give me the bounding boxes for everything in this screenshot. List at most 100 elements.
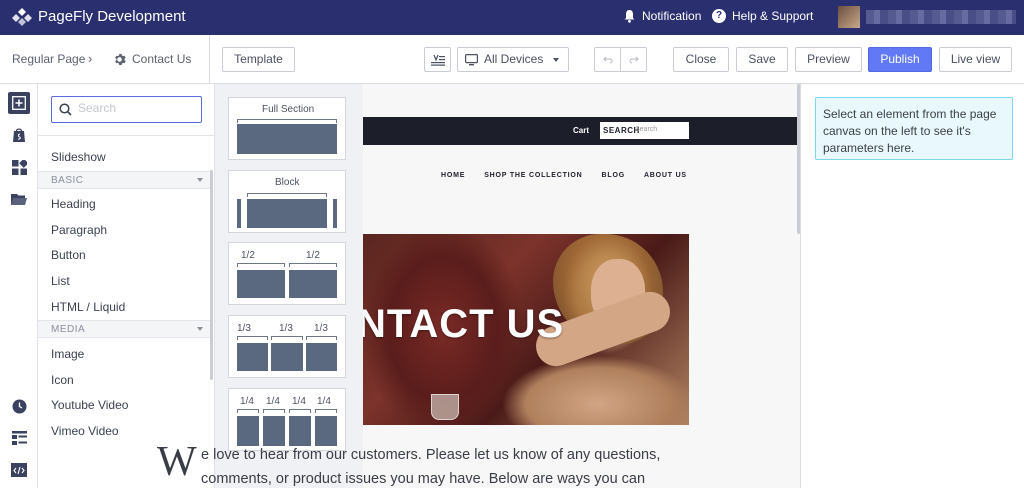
caret-down-icon (197, 327, 203, 331)
layout-block-card[interactable]: Block (228, 170, 346, 233)
grid-blocks-icon (11, 159, 27, 175)
elements-scrollbar[interactable] (210, 170, 213, 380)
elements-panel: Slideshow BASIC Heading Paragraph Button… (38, 84, 215, 488)
files-tab[interactable] (8, 188, 30, 210)
text-style-button[interactable] (424, 47, 451, 72)
add-element-tab[interactable] (8, 92, 30, 114)
breadcrumb-page-label: Contact Us (132, 52, 192, 66)
device-select[interactable]: All Devices (457, 47, 569, 72)
left-icon-rail (0, 84, 38, 488)
store-search[interactable]: SEARCH Search (600, 122, 689, 139)
store-nav-blog[interactable]: BLOG (602, 172, 625, 179)
category-media[interactable]: MEDIA (38, 320, 211, 338)
undo-button[interactable] (594, 47, 621, 72)
category-basic[interactable]: BASIC (38, 171, 211, 189)
text-lines-icon (430, 54, 445, 66)
element-paragraph[interactable]: Paragraph (51, 223, 107, 237)
layout-third[interactable]: 1/3 1/3 1/3 (228, 315, 346, 378)
layout-label: 1/3 (279, 323, 293, 334)
layout-block (271, 343, 303, 371)
layout-block (289, 270, 337, 298)
outline-tab[interactable] (8, 427, 30, 449)
shopify-bag-icon (13, 128, 25, 142)
help-support-button[interactable]: ? Help & Support (712, 9, 813, 23)
gear-icon (115, 53, 126, 65)
layout-bracket (237, 119, 337, 123)
layout-full-section[interactable]: Full Section (228, 97, 346, 160)
breadcrumb-root[interactable]: Regular Page (12, 52, 85, 66)
element-heading[interactable]: Heading (51, 197, 96, 211)
layout-quarter[interactable]: 1/4 1/4 1/4 1/4 (228, 388, 346, 451)
element-html-liquid[interactable]: HTML / Liquid (51, 300, 125, 314)
element-button[interactable]: Button (51, 248, 86, 262)
layout-label: 1/2 (306, 250, 320, 261)
preview-button[interactable]: Preview (795, 47, 862, 72)
save-button[interactable]: Save (736, 47, 788, 72)
clock-icon (12, 399, 26, 413)
element-slideshow[interactable]: Slideshow (51, 150, 106, 164)
sections-tab[interactable] (8, 156, 30, 178)
layout-block (247, 199, 327, 228)
redo-button[interactable] (620, 47, 647, 72)
layout-block (237, 416, 259, 446)
layout-block (237, 124, 337, 154)
layout-bracket (289, 409, 311, 413)
layouts-panel: Full Section Block 1/2 1/2 1/3 1/3 1/3 1… (215, 84, 363, 488)
history-tab[interactable] (8, 395, 30, 417)
category-basic-label: BASIC (51, 175, 84, 186)
layout-label: 1/4 (240, 396, 254, 407)
live-view-button[interactable]: Live view (939, 47, 1012, 72)
avatar[interactable] (838, 6, 860, 28)
layout-block (237, 270, 285, 298)
search-icon (59, 103, 72, 116)
toolbar-divider (209, 35, 210, 83)
breadcrumb-page[interactable]: Contact Us (113, 52, 191, 66)
hero-image[interactable]: NTACT US (363, 234, 689, 425)
folder-icon (11, 193, 27, 205)
layout-bracket (289, 263, 337, 267)
undo-icon (603, 56, 613, 63)
element-list[interactable]: List (51, 274, 70, 288)
breadcrumb-separator: › (88, 51, 93, 66)
store-cart-link[interactable]: Cart (573, 126, 589, 135)
layout-label: Full Section (262, 104, 315, 115)
layout-label: 1/2 (241, 250, 255, 261)
store-nav-about[interactable]: ABOUT US (644, 172, 687, 179)
hero-photo-glass (431, 394, 459, 420)
help-icon: ? (712, 9, 726, 23)
layout-bracket (237, 336, 268, 340)
page-canvas[interactable]: Cart SEARCH Search HOME SHOP THE COLLECT… (363, 84, 800, 488)
layout-bracket (315, 409, 337, 413)
panel-divider (38, 135, 214, 136)
search-input[interactable] (78, 101, 196, 115)
element-youtube-video[interactable]: Youtube Video (51, 398, 128, 412)
publish-button[interactable]: Publish (868, 47, 932, 72)
help-label: Help & Support (732, 9, 814, 23)
code-tab[interactable] (8, 459, 30, 481)
hero-title: NTACT US (363, 302, 565, 346)
layout-block (289, 416, 311, 446)
element-icon[interactable]: Icon (51, 373, 74, 387)
element-image[interactable]: Image (51, 347, 84, 361)
close-button[interactable]: Close (673, 47, 729, 72)
layout-block (306, 343, 337, 371)
layout-bracket (237, 263, 285, 267)
notification-button[interactable]: Notification (623, 9, 701, 23)
pagefly-logo-icon (12, 8, 32, 26)
layout-bracket (271, 336, 303, 340)
code-icon (11, 463, 27, 477)
layout-block (333, 199, 337, 228)
layout-label: 1/4 (317, 396, 331, 407)
shopify-tab[interactable] (8, 124, 30, 146)
store-nav-home[interactable]: HOME (441, 172, 465, 179)
category-media-label: MEDIA (51, 324, 86, 335)
template-button[interactable]: Template (222, 47, 295, 72)
layout-label: 1/3 (314, 323, 328, 334)
store-nav-shop[interactable]: SHOP THE COLLECTION (484, 172, 582, 179)
element-search[interactable] (51, 96, 202, 123)
properties-hint: Select an element from the page canvas o… (815, 97, 1013, 160)
user-name-blurred[interactable] (866, 10, 1016, 24)
element-vimeo-video[interactable]: Vimeo Video (51, 424, 119, 438)
layout-half[interactable]: 1/2 1/2 (228, 242, 346, 305)
top-bar: PageFly Development Notification ? Help … (0, 0, 1024, 35)
